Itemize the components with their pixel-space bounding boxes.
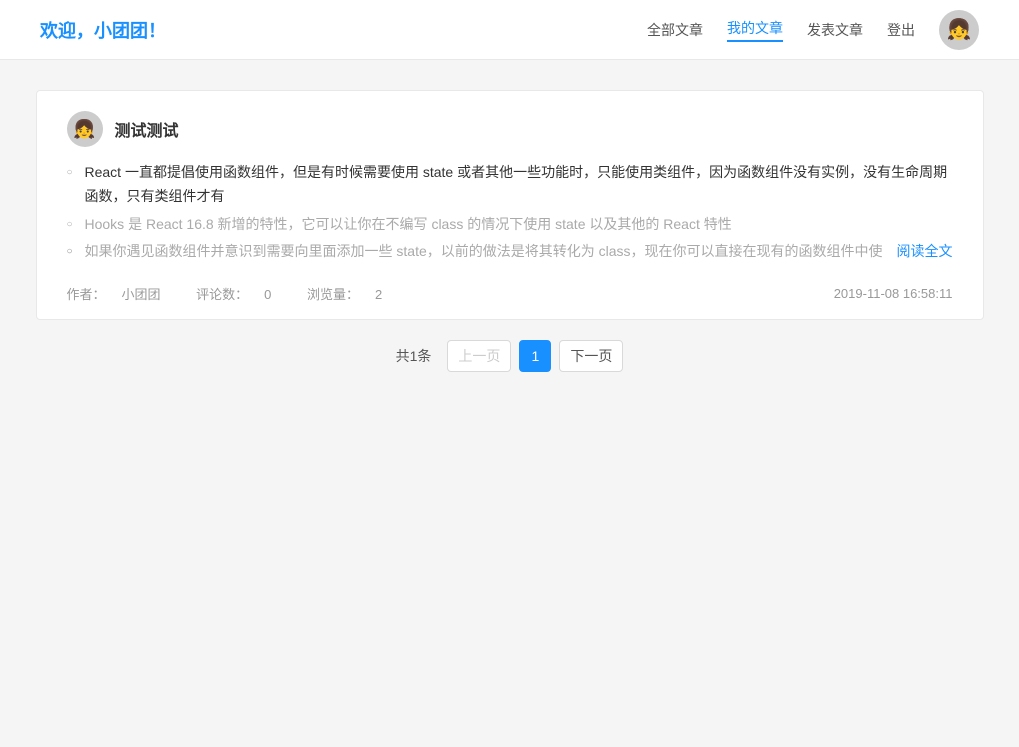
article-content-list: React 一直都提倡使用函数组件，但是有时候需要使用 state 或者其他一些… xyxy=(67,161,953,264)
pagination: 共1条 上一页 1 下一页 xyxy=(36,340,984,372)
avatar: 👧 xyxy=(939,10,979,50)
content-line-1: React 一直都提倡使用函数组件，但是有时候需要使用 state 或者其他一些… xyxy=(67,161,953,209)
content-line-2: Hooks 是 React 16.8 新增的特性，它可以让你在不编写 class… xyxy=(67,213,953,237)
prev-page-button[interactable]: 上一页 xyxy=(447,340,511,372)
article-avatar: 👧 xyxy=(67,111,103,147)
read-more-link[interactable]: 阅读全文 xyxy=(897,240,953,264)
nav-my-articles[interactable]: 我的文章 xyxy=(727,18,783,42)
article-header: 👧 测试测试 xyxy=(67,111,953,147)
article-card: 👧 测试测试 React 一直都提倡使用函数组件，但是有时候需要使用 state… xyxy=(36,90,984,320)
main-content: 👧 测试测试 React 一直都提倡使用函数组件，但是有时候需要使用 state… xyxy=(20,90,1000,372)
header: 欢迎，小团团！ 全部文章 我的文章 发表文章 登出 👧 xyxy=(0,0,1019,60)
bullet-3: ○ xyxy=(67,243,73,260)
article-meta-left: 作者：小团团 评论数：0 浏览量：2 xyxy=(67,284,415,303)
article-body: React 一直都提倡使用函数组件，但是有时候需要使用 state 或者其他一些… xyxy=(67,161,953,264)
article-avatar-emoji: 👧 xyxy=(73,119,95,140)
article-title: 测试测试 xyxy=(115,117,179,141)
comments-meta: 评论数：0 xyxy=(196,287,291,302)
author-label: 作者：小团团 xyxy=(67,287,181,302)
content-line-3-container: ○ 如果你遇见函数组件并意识到需要向里面添加一些 state，以前的做法是将其转… xyxy=(67,240,953,264)
page-1-button[interactable]: 1 xyxy=(519,340,551,372)
article-datetime: 2019-11-08 16:58:11 xyxy=(834,286,953,301)
avatar-emoji: 👧 xyxy=(947,17,972,42)
next-page-button[interactable]: 下一页 xyxy=(559,340,623,372)
article-footer: 作者：小团团 评论数：0 浏览量：2 2019-11-08 16:58:11 xyxy=(67,276,953,303)
header-nav: 全部文章 我的文章 发表文章 登出 👧 xyxy=(647,10,979,50)
views-meta: 浏览量：2 xyxy=(307,287,398,302)
nav-all-articles[interactable]: 全部文章 xyxy=(647,20,703,40)
header-left: 欢迎，小团团！ xyxy=(40,17,166,43)
nav-publish-article[interactable]: 发表文章 xyxy=(807,20,863,40)
content-line-3-text: 如果你遇见函数组件并意识到需要向里面添加一些 state，以前的做法是将其转化为… xyxy=(85,240,891,264)
nav-logout[interactable]: 登出 xyxy=(887,20,915,40)
pagination-total: 共1条 xyxy=(396,346,432,366)
welcome-text: 欢迎，小团团！ xyxy=(40,21,166,41)
